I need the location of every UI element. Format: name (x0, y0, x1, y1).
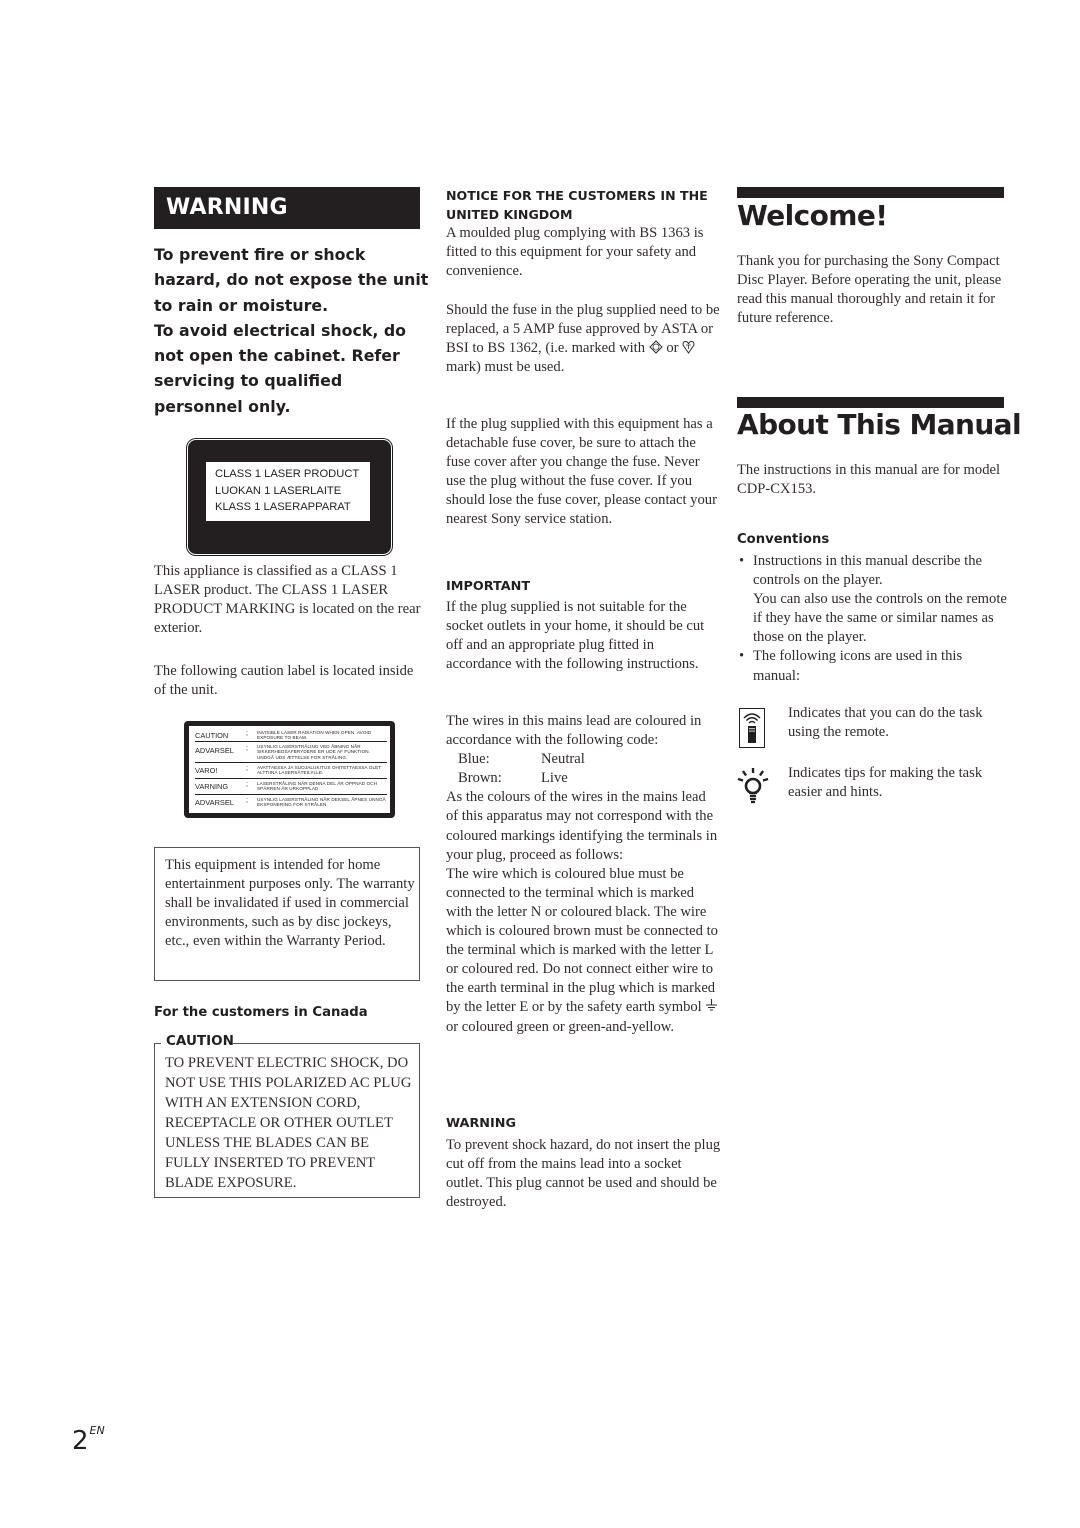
warning-line: not open the cabinet. Refer (154, 346, 400, 366)
caution-label-intro: The following caution label is located i… (154, 663, 414, 699)
bullet-glyph: • (739, 648, 745, 665)
fuse-replacement-paragraph: Should the fuse in the plug supplied nee… (446, 301, 721, 377)
caution-row-colon: ; (246, 797, 248, 804)
caution-row-text: USYNLIG LASERSTRÅLING VED ÅBNING NÅR SIK… (257, 744, 371, 760)
earth-symbol-icon (706, 999, 718, 1011)
bsi-kitemark-icon (682, 341, 695, 355)
warning-line: To avoid electrical shock, do (154, 320, 406, 340)
caution-row: VARO! ; AVATTAESSA JA SUOJALUKITUS OHITE… (195, 763, 387, 779)
uk-notice-paragraph: A moulded plug complying with BS 1363 is… (446, 225, 704, 280)
caution-row-lang: CAUTION (195, 731, 229, 740)
warning-banner-title: WARNING (166, 195, 288, 220)
conventions-bullet: • Instructions in this manual describe t… (737, 552, 1012, 647)
canada-caution-box: CAUTION TO PREVENT ELECTRIC SHOCK, DO NO… (154, 1033, 420, 1198)
important-text: If the plug supplied is not suitable for… (446, 599, 705, 673)
wire-meaning: Live (541, 770, 568, 787)
wires-text: or coloured green or green-and-yellow. (446, 1018, 674, 1035)
class-paragraph: This appliance is classified as a CLASS … (154, 563, 421, 637)
warning-line: to rain or moisture. (154, 295, 329, 315)
caution-box-border-left (154, 1043, 161, 1044)
caution-row-colon: ; (246, 781, 248, 788)
fuse-text: mark) must be used. (446, 359, 565, 376)
laser-label-text: CLASS 1 LASER PRODUCT LUOKAN 1 LASERLAIT… (206, 462, 370, 521)
wires-intro: The wires in this mains lead are coloure… (446, 713, 702, 749)
asta-mark-icon (648, 340, 663, 354)
welcome-text: Thank you for purchasing the Sony Compac… (737, 253, 1002, 327)
wires-correspondence: As the colours of the wires in the mains… (446, 789, 718, 863)
page-language-suffix: EN (89, 1424, 105, 1437)
caution-row: CAUTION ; INVISIBLE LASER RADIATION WHEN… (195, 728, 387, 742)
bullet-glyph: • (739, 553, 745, 569)
caution-row: VARNING ; LASERSTRÅLING NÄR DENNA DEL ÄR… (195, 779, 387, 795)
remote-control-glyph (743, 713, 761, 743)
canada-caution-title: CAUTION (166, 1033, 234, 1049)
wire-colour: Brown: (458, 770, 502, 787)
conventions-list: • Instructions in this manual describe t… (737, 552, 1012, 686)
about-manual-title: About This Manual (737, 408, 1022, 441)
uk-notice-heading: NOTICE FOR THE CUSTOMERS IN THE UNITED K… (446, 188, 708, 222)
wires-text: The wire which is coloured blue must be … (446, 865, 718, 1016)
canada-caution-text: TO PREVENT ELECTRIC SHOCK, DO NOT USE TH… (165, 1055, 412, 1191)
caution-row-lang: VARO! (195, 766, 218, 775)
plug-warning-text: To prevent shock hazard, do not insert t… (446, 1137, 721, 1211)
wire-meaning: Neutral (541, 751, 585, 768)
warning-line: servicing to qualified (154, 371, 343, 391)
caution-row-text: INVISIBLE LASER RADIATION WHEN OPEN. AVO… (257, 730, 372, 741)
conventions-bullet: • The following icons are used in this m… (737, 647, 1012, 685)
caution-row-lang: VARNING (195, 782, 229, 791)
bullet-text: Instructions in this manual describe the… (753, 553, 982, 589)
laser-label-line: CLASS 1 LASER PRODUCT (215, 468, 360, 480)
warning-line: personnel only. (154, 396, 291, 416)
wire-colour-section: The wires in this mains lead are coloure… (446, 712, 721, 1037)
caution-box-border-right (233, 1043, 420, 1044)
caution-row-colon: ; (246, 730, 248, 737)
caution-row-colon: ; (246, 745, 248, 752)
plug-warning-heading: WARNING (446, 1116, 516, 1131)
caution-row: ADVARSEL ; USYNLIG LASERSTRÅLING NÅR DEK… (195, 795, 387, 810)
wires-connection-instructions: The wire which is coloured blue must be … (446, 865, 721, 1037)
conventions-heading: Conventions (737, 532, 830, 547)
home-use-notice: This equipment is intended for home ente… (165, 857, 415, 950)
remote-icon-description: Indicates that you can do the task using… (788, 705, 983, 741)
bullet-text: The following icons are used in this man… (753, 648, 963, 684)
important-heading: IMPORTANT (446, 579, 531, 594)
lightbulb-tip-icon (737, 768, 769, 804)
class1-laser-label: CLASS 1 LASER PRODUCT LUOKAN 1 LASERLAIT… (188, 440, 391, 554)
warning-line: To prevent fire or shock (154, 245, 366, 264)
fire-shock-warning: To prevent fire or shock hazard, do not … (154, 242, 429, 419)
canada-heading: For the customers in Canada (154, 1005, 368, 1020)
caution-row-lang: ADVARSEL (195, 798, 234, 807)
remote-control-icon (739, 708, 765, 748)
warning-banner: WARNING (154, 187, 420, 229)
section-rule (737, 187, 1004, 198)
wire-colour: Blue: (458, 751, 490, 768)
section-rule (737, 397, 1004, 408)
caution-row-colon: ; (246, 765, 248, 772)
caution-row: ADVARSEL ; USYNLIG LASERSTRÅLING VED ÅBN… (195, 742, 387, 763)
welcome-title: Welcome! (737, 199, 888, 232)
wire-code-row: Blue: Neutral (446, 750, 721, 769)
caution-row-text: LASERSTRÅLING NÄR DENNA DEL ÄR OPPNAD OC… (257, 781, 378, 792)
caution-row-text: AVATTAESSA JA SUOJALUKITUS OHITETTAESSA … (257, 765, 382, 776)
caution-label-image: CAUTION ; INVISIBLE LASER RADIATION WHEN… (184, 721, 395, 818)
laser-label-line: LUOKAN 1 LASERLAITE (215, 484, 342, 497)
page-number-value: 2 (72, 1426, 89, 1456)
wire-code-row: Brown: Live (446, 769, 721, 788)
page-number: 2EN (72, 1424, 105, 1456)
caution-label-table: CAUTION ; INVISIBLE LASER RADIATION WHEN… (189, 726, 390, 813)
laser-label-line: KLASS 1 LASERAPPARAT (215, 501, 351, 514)
bullet-subtext: You can also use the controls on the rem… (753, 591, 1007, 646)
warning-line: hazard, do not expose the unit (154, 270, 429, 290)
fuse-text: or (662, 340, 683, 357)
fuse-cover-paragraph: If the plug supplied with this equipment… (446, 416, 717, 528)
about-manual-text: The instructions in this manual are for … (737, 462, 1001, 498)
caution-row-text: USYNLIG LASERSTRÅLING NÅR DEKSEL ÅPNES U… (257, 797, 386, 808)
caution-row-lang: ADVARSEL (195, 746, 234, 755)
tip-icon-description: Indicates tips for making the task easie… (788, 765, 983, 801)
home-use-notice-box: This equipment is intended for home ente… (154, 847, 420, 981)
